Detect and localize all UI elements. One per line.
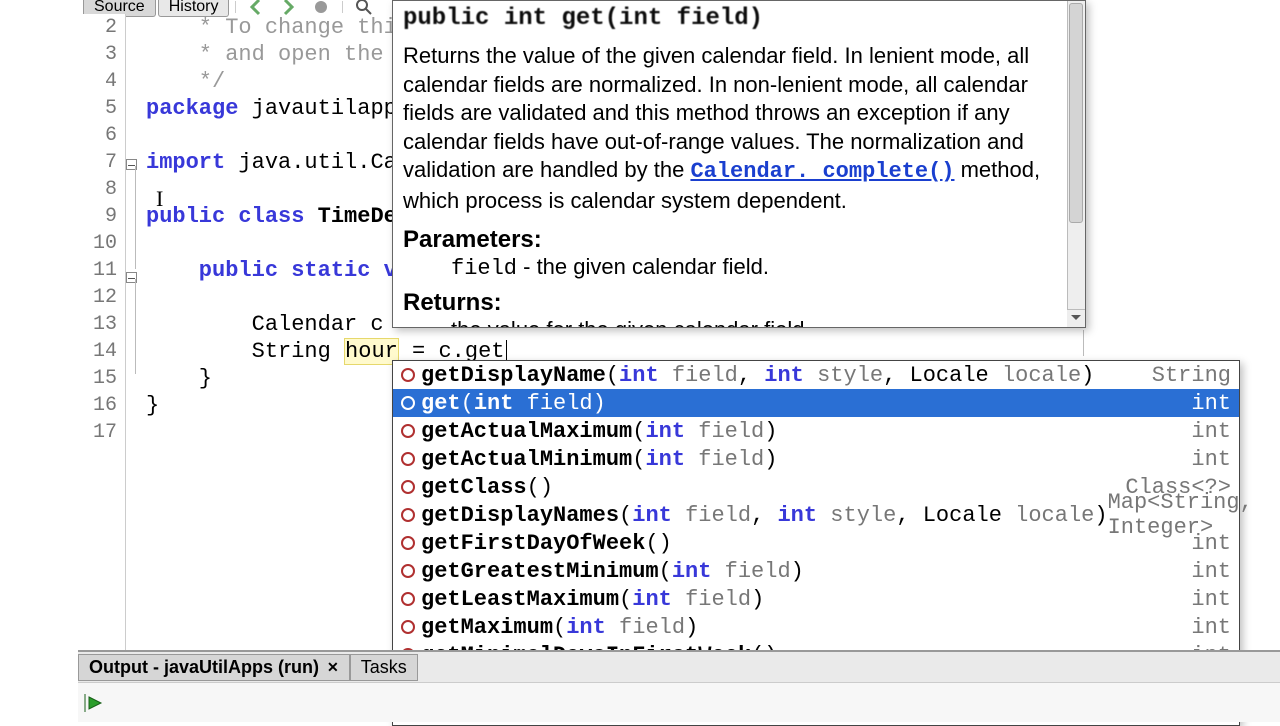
completion-item[interactable]: getLeastMaximum(int field)int	[393, 585, 1239, 613]
separator	[235, 1, 236, 13]
fold-column	[126, 14, 144, 720]
completion-item[interactable]: getGreatestMinimum(int field)int	[393, 557, 1239, 585]
javadoc-returns-heading: Returns:	[403, 289, 1075, 317]
line-number: 2	[78, 14, 125, 41]
method-icon	[401, 452, 415, 466]
method-icon	[401, 620, 415, 634]
fold-guide	[135, 166, 136, 269]
javadoc-params-heading: Parameters:	[403, 226, 1075, 254]
line-number: 16	[78, 392, 125, 419]
completion-item[interactable]: getActualMinimum(int field)int	[393, 445, 1239, 473]
gutter: 2 3 4 5 6 7 8 9 10 11 12 13 14 15 16 17	[78, 14, 126, 720]
method-icon	[401, 508, 415, 522]
completion-item[interactable]: get(int field)int	[393, 389, 1239, 417]
method-icon	[401, 424, 415, 438]
line-number: 10	[78, 230, 125, 257]
scroll-down-icon[interactable]	[1067, 309, 1085, 327]
tab-output[interactable]: Output - javaUtilApps (run)✕	[78, 654, 350, 681]
line-number: 5	[78, 95, 125, 122]
line-number: 12	[78, 284, 125, 311]
javadoc-return: the value for the given calendar field.	[451, 317, 1075, 328]
line-number: 3	[78, 41, 125, 68]
line-number: 13	[78, 311, 125, 338]
completion-item[interactable]: getMaximum(int field)int	[393, 613, 1239, 641]
completion-item[interactable]: getDisplayNames(int field, int style, Lo…	[393, 501, 1239, 529]
run-icon[interactable]	[82, 691, 106, 715]
method-icon	[401, 396, 415, 410]
method-icon	[401, 480, 415, 494]
fold-guide	[135, 279, 136, 374]
caret-icon	[506, 340, 507, 362]
javadoc-scrollbar[interactable]	[1067, 1, 1085, 327]
method-icon	[401, 368, 415, 382]
line-number: 4	[78, 68, 125, 95]
line-number: 9	[78, 203, 125, 230]
line-number: 6	[78, 122, 125, 149]
javadoc-param: field - the given calendar field.	[451, 254, 1075, 281]
javadoc-link[interactable]: Calendar. complete()	[690, 159, 954, 184]
close-icon[interactable]: ✕	[327, 659, 339, 676]
line-number: 15	[78, 365, 125, 392]
bottom-panel: Output - javaUtilApps (run)✕ Tasks	[78, 650, 1280, 720]
completion-item[interactable]: getFirstDayOfWeek()int	[393, 529, 1239, 557]
method-icon	[401, 536, 415, 550]
completion-item[interactable]: getActualMaximum(int field)int	[393, 417, 1239, 445]
javadoc-body: Returns the value of the given calendar …	[403, 42, 1075, 216]
line-number: 8	[78, 176, 125, 203]
tab-tasks[interactable]: Tasks	[350, 654, 418, 681]
separator	[342, 1, 343, 13]
text-caret-icon: I	[156, 185, 163, 212]
scrollbar-thumb[interactable]	[1069, 3, 1083, 223]
javadoc-signature: public int get(int field)	[403, 5, 1075, 32]
completion-item[interactable]: getDisplayName(int field, int style, Loc…	[393, 361, 1239, 389]
margin-guide	[1083, 330, 1084, 356]
line-number: 17	[78, 419, 125, 446]
line-number: 14	[78, 338, 125, 365]
method-icon	[401, 592, 415, 606]
line-number: 11	[78, 257, 125, 284]
javadoc-popup: public int get(int field) Returns the va…	[392, 0, 1086, 328]
line-number: 7	[78, 149, 125, 176]
method-icon	[401, 564, 415, 578]
